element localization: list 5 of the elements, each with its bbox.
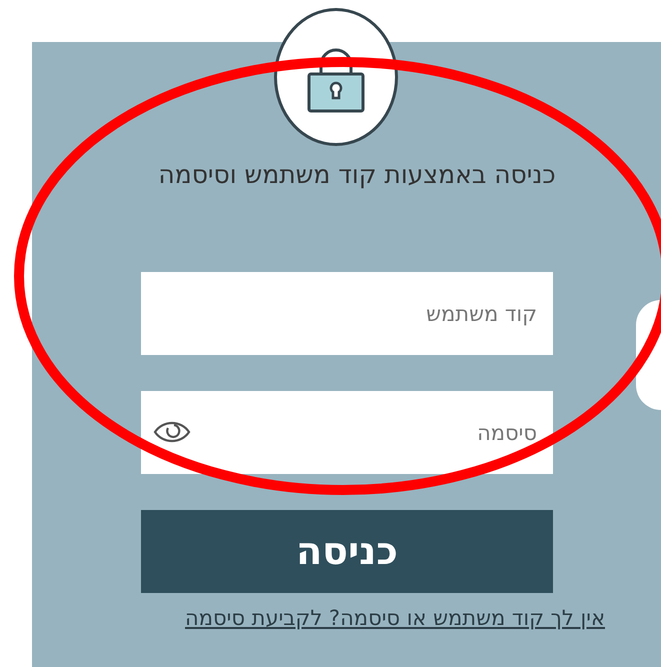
set-password-link[interactable]: אין לך קוד משתמש או סיסמה? לקביעת סיסמה bbox=[185, 603, 605, 634]
login-title: כניסה באמצעות קוד משתמש וסיסמה bbox=[157, 160, 557, 190]
password-field[interactable]: סיסמה bbox=[141, 391, 553, 474]
username-field[interactable]: קוד משתמש bbox=[141, 272, 553, 355]
login-button[interactable]: כניסה bbox=[141, 510, 553, 593]
